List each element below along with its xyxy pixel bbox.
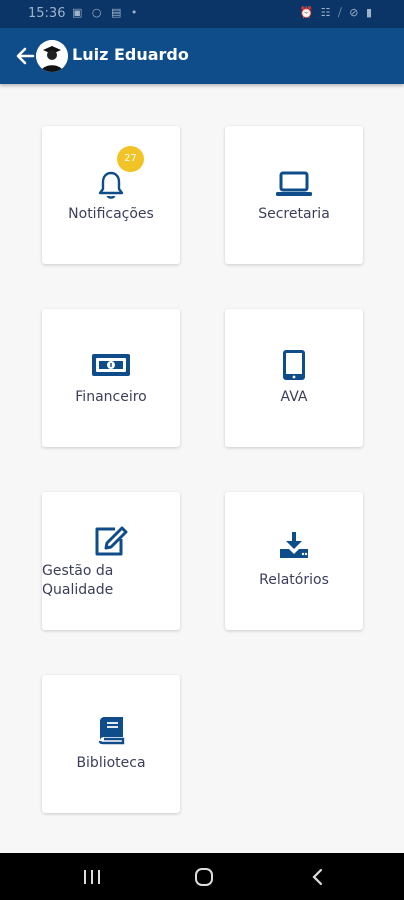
menu-card-label: Relatórios: [259, 572, 329, 588]
status-notification-icons: ▣ ○ ▤ •: [72, 6, 141, 19]
status-system-icons: ⏰ ☷ ⧸ ⊘ ▮: [299, 6, 374, 19]
menu-card-label: Financeiro: [75, 389, 147, 405]
menu-card-secretaria[interactable]: Secretaria: [225, 126, 363, 264]
menu-card-label: Gestão da Qualidade: [42, 563, 114, 598]
status-time: 15:36: [28, 6, 66, 21]
back-chevron-icon[interactable]: [306, 865, 330, 889]
notification-count-badge: 27: [117, 146, 144, 172]
edit-icon: [93, 523, 129, 561]
system-nav-bar: [0, 853, 404, 900]
money-bill-icon: [91, 352, 131, 382]
home-icon[interactable]: [192, 865, 216, 889]
app-bar: Luiz Eduardo: [0, 28, 404, 84]
menu-card-relatorios[interactable]: Relatórios: [225, 492, 363, 630]
laptop-icon: [275, 169, 313, 203]
menu-card-notificacoes[interactable]: 27 Notificações: [42, 126, 180, 264]
book-icon: [97, 715, 125, 749]
menu-card-label: Notificações: [68, 206, 154, 222]
menu-card-biblioteca[interactable]: Biblioteca: [42, 675, 180, 813]
download-icon: [279, 530, 309, 564]
menu-card-label: Secretaria: [258, 206, 330, 222]
user-avatar-icon[interactable]: [36, 40, 68, 72]
arrow-left-icon[interactable]: [14, 42, 36, 70]
tablet-icon: [280, 349, 308, 385]
bell-icon: [97, 170, 125, 204]
status-bar: 15:36 ▣ ○ ▤ • ⏰ ☷ ⧸ ⊘ ▮: [0, 0, 404, 28]
menu-card-financeiro[interactable]: Financeiro: [42, 309, 180, 447]
page-title: Luiz Eduardo: [72, 45, 189, 64]
menu-card-label: Biblioteca: [76, 755, 146, 771]
recents-icon[interactable]: [80, 865, 104, 889]
menu-card-ava[interactable]: AVA: [225, 309, 363, 447]
menu-card-gestao-da-qualidade[interactable]: Gestão da Qualidade: [42, 492, 180, 630]
menu-card-label: AVA: [280, 389, 308, 405]
